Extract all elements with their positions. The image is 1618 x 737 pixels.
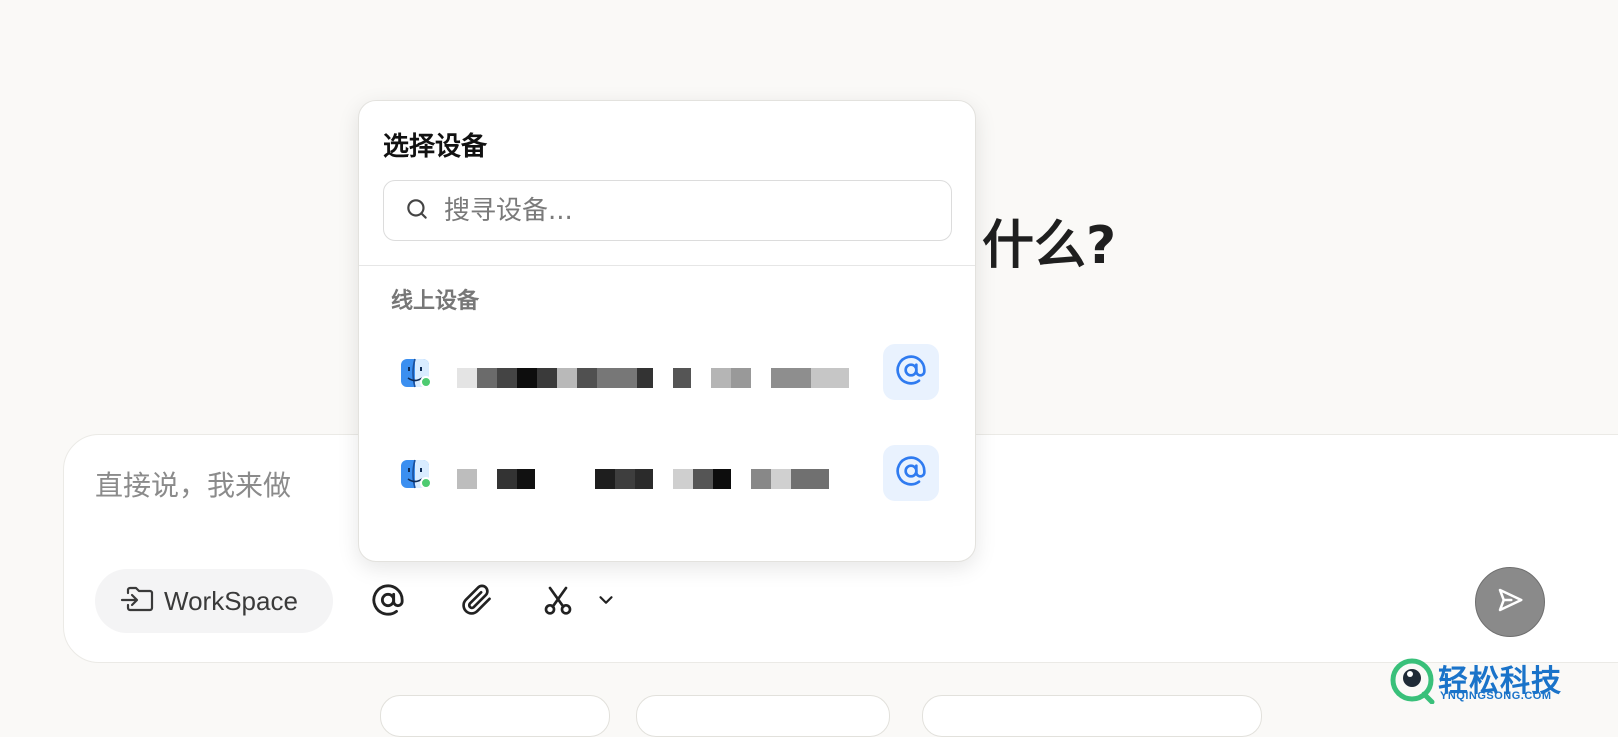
device-picker-popup: 选择设备 线上设备: [358, 100, 976, 562]
at-sign-icon: [895, 354, 927, 390]
device-search-box[interactable]: [383, 180, 952, 241]
screenshot-button[interactable]: [536, 580, 580, 624]
hero-title: 什么?: [982, 216, 1117, 276]
watermark-logo: 轻松科技 YNQINGSONG.COM: [1390, 656, 1618, 718]
popup-title: 选择设备: [383, 132, 488, 162]
paperclip-icon: [461, 584, 493, 620]
online-status-dot: [420, 376, 432, 388]
workspace-label: WorkSpace: [164, 585, 298, 616]
divider: [359, 265, 975, 266]
suggestion-chip[interactable]: [380, 695, 610, 737]
section-label-online-devices: 线上设备: [391, 289, 480, 314]
suggestion-chip[interactable]: [636, 695, 890, 737]
attach-button[interactable]: [455, 580, 499, 624]
send-button[interactable]: [1475, 567, 1545, 637]
device-row[interactable]: [383, 440, 952, 506]
send-icon: [1495, 585, 1525, 619]
workspace-button[interactable]: WorkSpace: [95, 569, 333, 633]
mention-device-button[interactable]: [883, 344, 939, 400]
device-row[interactable]: [383, 339, 952, 405]
device-search-input[interactable]: [444, 195, 924, 226]
suggestion-chip[interactable]: [922, 695, 1262, 737]
screenshot-options-dropdown[interactable]: [588, 580, 624, 624]
watermark-subtext: YNQINGSONG.COM: [1440, 690, 1552, 702]
chevron-down-icon: [595, 589, 617, 615]
scissors-icon: [542, 584, 574, 620]
at-sign-icon: [895, 455, 927, 491]
at-sign-icon: [371, 583, 405, 621]
search-icon: [404, 196, 430, 226]
mention-device-button[interactable]: [883, 445, 939, 501]
online-status-dot: [420, 477, 432, 489]
folder-import-icon: [120, 584, 154, 618]
mention-button[interactable]: [366, 580, 410, 624]
